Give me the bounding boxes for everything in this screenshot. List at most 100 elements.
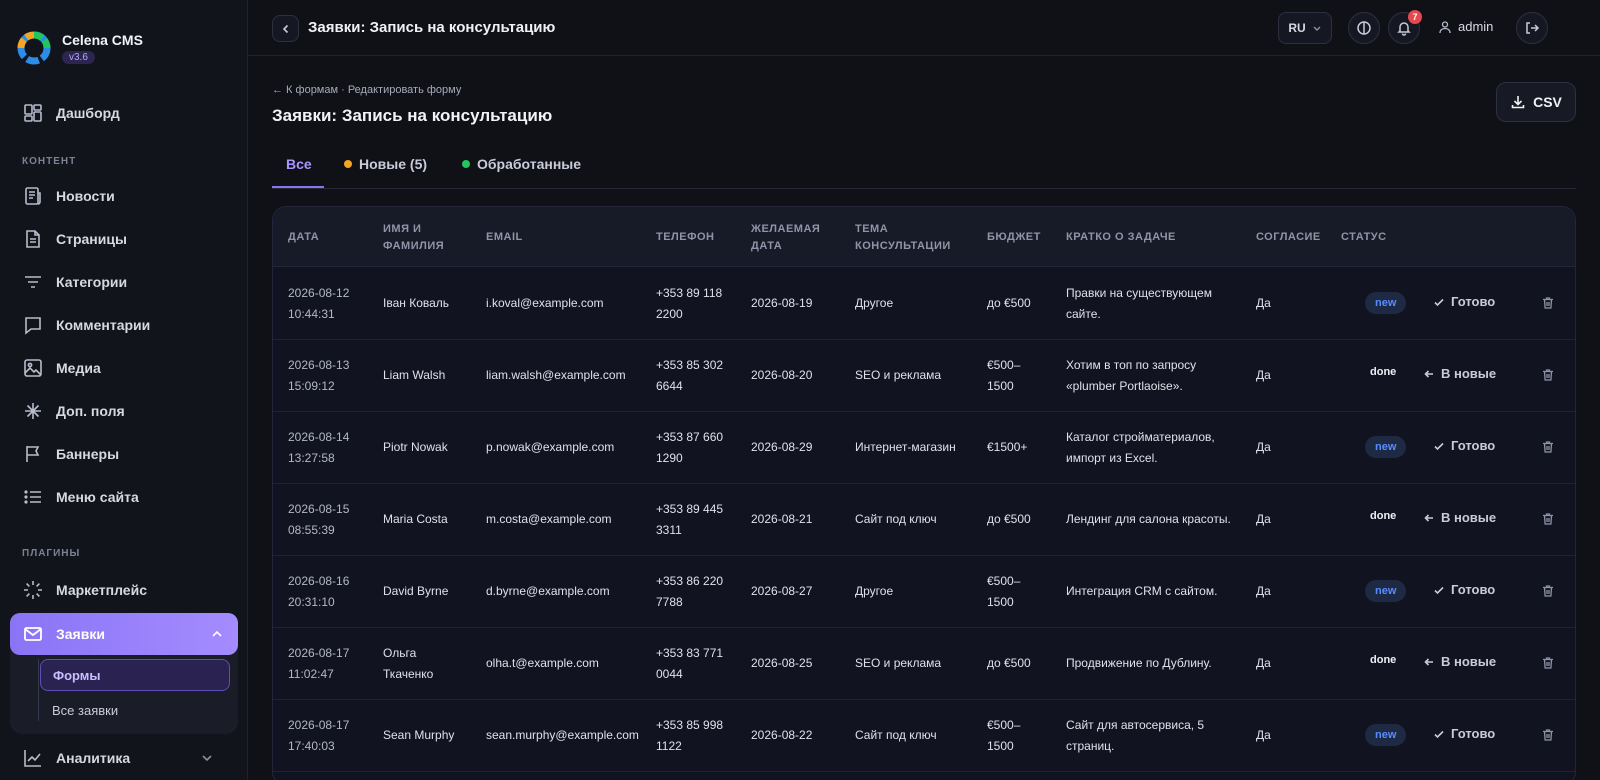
trash-icon[interactable] [1541, 584, 1555, 598]
section-plugins-heading: ПЛАГИНЫ [22, 548, 81, 559]
cell-datetime: 2026-08-15 08:55:39 [288, 499, 349, 541]
notifications-button[interactable]: 7 [1388, 10, 1422, 44]
table-row[interactable]: 2026-08-16 20:31:10 David Byrne d.byrne@exa… [273, 556, 1575, 628]
cell-email: m.costa@example.com [486, 512, 612, 526]
cell-name: Sean Murphy [383, 725, 454, 746]
move-to-new-button[interactable]: В новые [1423, 654, 1496, 669]
mark-done-button[interactable]: Готово [1433, 582, 1495, 597]
cell-phone: +353 89 445 3311 [656, 499, 723, 541]
nav-extra-fields[interactable]: Доп. поля [10, 391, 238, 431]
action-label: В новые [1441, 654, 1497, 669]
col-task[interactable]: КРАТКО О ЗАДАЧЕ [1066, 229, 1176, 246]
table-row[interactable]: 2026-08-17 17:40:03 Sean Murphy sean.murphy… [273, 700, 1575, 772]
trash-icon[interactable] [1541, 728, 1555, 742]
cell-datetime-line2: 15:09:12 [288, 379, 335, 393]
brand-title: Celena CMS [62, 32, 143, 48]
submenu-line [38, 659, 39, 721]
mark-done-button[interactable]: Готово [1433, 438, 1495, 453]
nav-media[interactable]: Медиа [10, 348, 238, 388]
contrast-icon [1357, 21, 1371, 35]
cell-budget-line1: €1500+ [987, 440, 1028, 454]
news-icon [25, 187, 41, 205]
col-topic[interactable]: ТЕМА КОНСУЛЬТАЦИИ [855, 221, 951, 255]
tab-all[interactable]: Все [286, 156, 312, 172]
col-wish-date[interactable]: ЖЕЛАЕМАЯ ДАТА [751, 221, 820, 255]
trash-icon[interactable] [1541, 512, 1555, 526]
mail-icon [24, 627, 42, 641]
col-phone[interactable]: ТЕЛЕФОН [656, 229, 715, 246]
col-wish-line2: ДАТА [751, 240, 783, 252]
cell-wish-date: 2026-08-20 [751, 368, 813, 382]
table-row[interactable]: 2026-08-15 08:55:39 Maria Costa m.costa@exa… [273, 484, 1575, 556]
trash-icon[interactable] [1541, 656, 1555, 670]
cell-task: Хотим в топ по запросу «plumber Portlaois… [1066, 355, 1196, 397]
cell-name-line1: Maria Costa [383, 512, 448, 526]
check-icon [1434, 442, 1444, 450]
brand[interactable]: Celena CMS v3.6 [16, 30, 143, 66]
arrow-left-icon [1424, 513, 1433, 522]
cell-wish-date: 2026-08-27 [751, 584, 813, 598]
user-menu[interactable]: admin [1438, 19, 1493, 34]
cell-task-line2: страниц. [1066, 739, 1115, 753]
language-select[interactable]: RU [1278, 12, 1332, 44]
table-row[interactable]: 2026-08-13 15:09:12 Liam Walsh liam.walsh@e… [273, 340, 1575, 412]
mark-done-button[interactable]: Готово [1433, 294, 1495, 309]
cell-name-line2: Ткаченко [383, 667, 434, 681]
cell-task: Каталог стройматериалов, импорт из Excel. [1066, 427, 1215, 469]
table-row[interactable]: 2026-08-17 11:02:47 Ольга Ткаченко olha.t@ex… [273, 628, 1575, 700]
col-date[interactable]: ДАТА [288, 229, 319, 246]
trash-icon[interactable] [1541, 296, 1555, 310]
cell-datetime: 2026-08-16 20:31:10 [288, 571, 349, 613]
cell-datetime-line1: 2026-08-16 [288, 574, 350, 588]
back-button[interactable] [272, 15, 299, 42]
tab-processed[interactable]: Обработанные [462, 156, 581, 172]
cell-phone-line1: +353 86 220 [656, 574, 724, 588]
status-badge: new [1365, 580, 1407, 602]
nav-site-menu[interactable]: Меню сайта [10, 477, 238, 517]
logout-button[interactable] [1516, 12, 1548, 44]
col-email[interactable]: EMAIL [486, 229, 523, 246]
nav-news[interactable]: Новости [10, 176, 238, 216]
nav-requests[interactable]: Заявки [10, 613, 238, 655]
col-status[interactable]: СТАТУС [1341, 229, 1387, 246]
cell-task-line1: Каталог стройматериалов, [1066, 430, 1215, 444]
nav-all-requests[interactable]: Все заявки [40, 694, 230, 726]
nav-news-label: Новости [56, 188, 115, 204]
check-icon [1434, 298, 1444, 306]
nav-analytics[interactable]: Аналитика [10, 738, 238, 778]
image-icon [24, 359, 42, 377]
table-row[interactable]: 2026-08-12 10:44:31 Іван Коваль i.koval@exa… [273, 268, 1575, 340]
categories-icon [25, 276, 41, 288]
nav-marketplace[interactable]: Маркетплейс [10, 570, 238, 610]
trash-icon[interactable] [1541, 368, 1555, 382]
arrow-left-icon [1424, 657, 1433, 666]
nav-banners[interactable]: Баннеры [10, 434, 238, 474]
cell-name-line1: Piotr Nowak [383, 440, 448, 454]
cell-task-line1: Лендинг для салона красоты. [1066, 512, 1231, 526]
nav-dashboard[interactable]: Дашборд [10, 93, 238, 133]
cell-budget-line1: €500– [987, 574, 1021, 588]
nav-forms[interactable]: Формы [40, 659, 230, 691]
move-to-new-button[interactable]: В новые [1423, 366, 1496, 381]
col-budget[interactable]: БЮДЖЕТ [987, 229, 1041, 246]
theme-toggle-button[interactable] [1348, 12, 1380, 44]
cell-phone-line2: 0044 [656, 667, 683, 681]
cell-name: Liam Walsh [383, 365, 445, 386]
tab-new[interactable]: Новые (5) [344, 156, 427, 172]
col-consent[interactable]: СОГЛАСИЕ [1256, 229, 1321, 246]
col-name[interactable]: ИМЯ И ФАМИЛИЯ [383, 221, 444, 255]
language-value: RU [1288, 21, 1306, 35]
cell-budget: до €500 [987, 653, 1031, 674]
nav-dashboard-label: Дашборд [56, 105, 120, 121]
move-to-new-button[interactable]: В новые [1423, 510, 1496, 525]
trash-icon[interactable] [1541, 440, 1555, 454]
nav-extra-fields-label: Доп. поля [56, 403, 125, 419]
nav-pages[interactable]: Страницы [10, 219, 238, 259]
breadcrumb[interactable]: ← К формам · Редактировать форму [272, 84, 461, 96]
cell-task: Сайт для автосервиса, 5 страниц. [1066, 715, 1204, 757]
table-row[interactable]: 2026-08-14 13:27:58 Piotr Nowak p.nowak@exa… [273, 412, 1575, 484]
nav-comments[interactable]: Комментарии [10, 305, 238, 345]
nav-categories[interactable]: Категории [10, 262, 238, 302]
mark-done-button[interactable]: Готово [1433, 726, 1495, 741]
export-csv-button[interactable]: CSV [1496, 82, 1576, 122]
